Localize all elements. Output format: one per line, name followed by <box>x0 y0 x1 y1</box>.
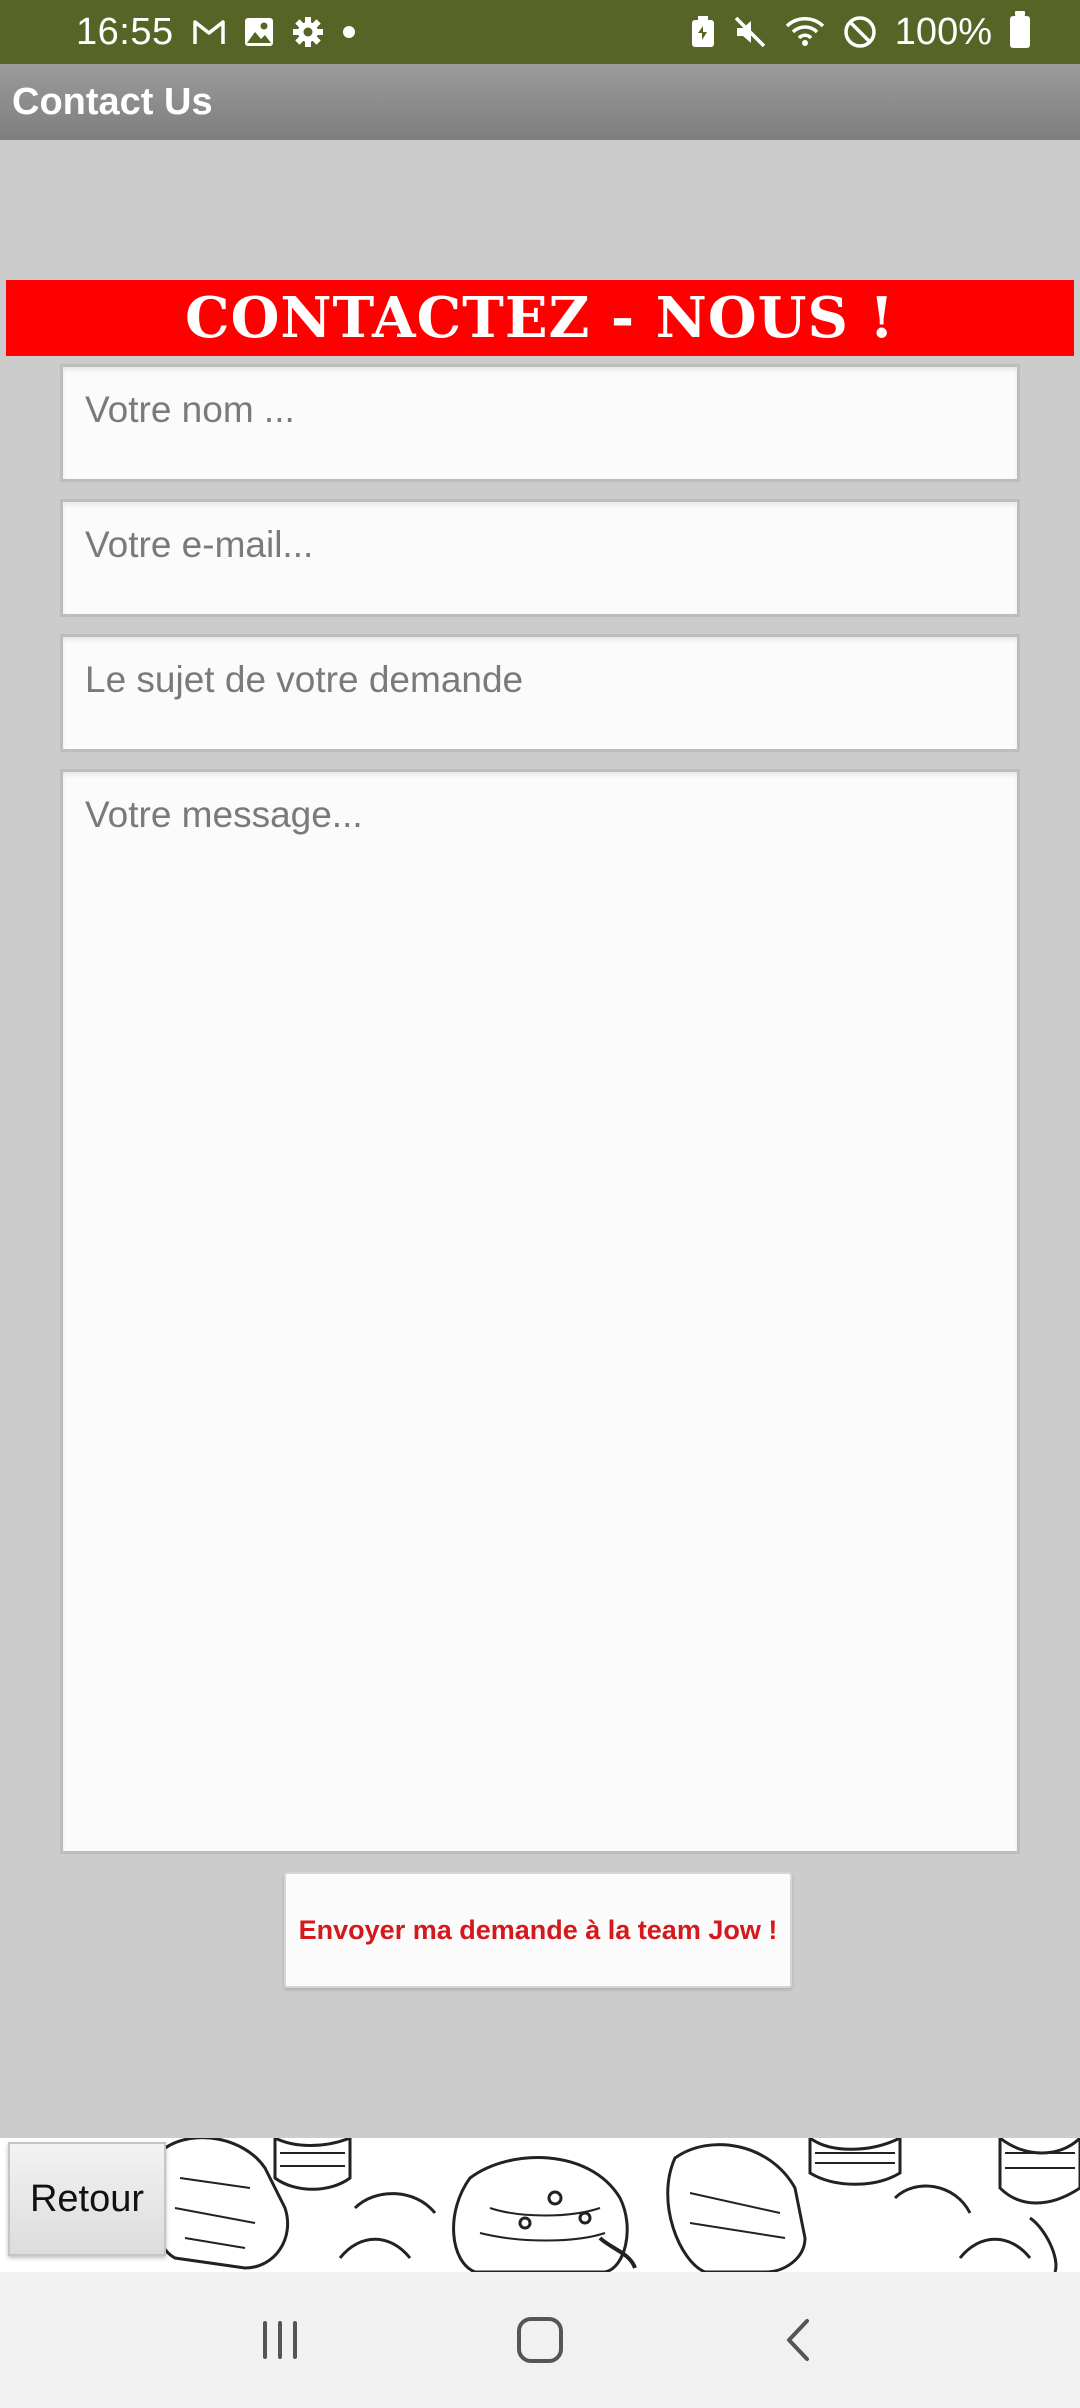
battery-saver-icon <box>691 16 715 48</box>
status-left: 16:55 <box>76 11 356 54</box>
subject-input[interactable]: Le sujet de votre demande <box>60 634 1020 752</box>
gmail-icon <box>192 18 226 46</box>
subject-placeholder: Le sujet de votre demande <box>85 659 524 700</box>
battery-percent: 100% <box>894 10 992 53</box>
back-nav-icon[interactable] <box>755 2295 845 2385</box>
image-icon <box>244 17 274 47</box>
submit-button[interactable]: Envoyer ma demande à la team Jow ! <box>284 1872 792 1988</box>
banner-title: CONTACTEZ - NOUS ! <box>185 285 895 351</box>
back-label: Retour <box>29 2177 145 2220</box>
navigation-bar <box>0 2272 1080 2408</box>
contact-banner: CONTACTEZ - NOUS ! <box>6 280 1074 356</box>
message-textarea[interactable]: Votre message... <box>60 769 1020 1854</box>
email-input[interactable]: Votre e-mail... <box>60 499 1020 617</box>
recent-apps-icon[interactable] <box>235 2295 325 2385</box>
status-right: 100% <box>691 11 1030 54</box>
mute-icon <box>733 15 767 49</box>
home-icon[interactable] <box>495 2295 585 2385</box>
settings-icon <box>292 16 324 48</box>
battery-icon <box>1010 11 1030 48</box>
status-bar: 16:55 100% <box>0 0 1080 64</box>
message-placeholder: Votre message... <box>85 794 363 835</box>
status-time: 16:55 <box>76 10 174 53</box>
wifi-icon <box>785 16 825 48</box>
back-button[interactable]: Retour <box>8 2142 166 2256</box>
submit-label: Envoyer ma demande à la team Jow ! <box>298 1914 778 1945</box>
email-placeholder: Votre e-mail... <box>85 524 314 565</box>
page-title: Contact Us <box>12 80 213 123</box>
do-not-disturb-icon <box>843 15 877 49</box>
name-input[interactable]: Votre nom ... <box>60 364 1020 482</box>
dot-icon <box>342 25 356 39</box>
title-bar: Contact Us <box>0 64 1080 140</box>
name-placeholder: Votre nom ... <box>85 389 295 430</box>
